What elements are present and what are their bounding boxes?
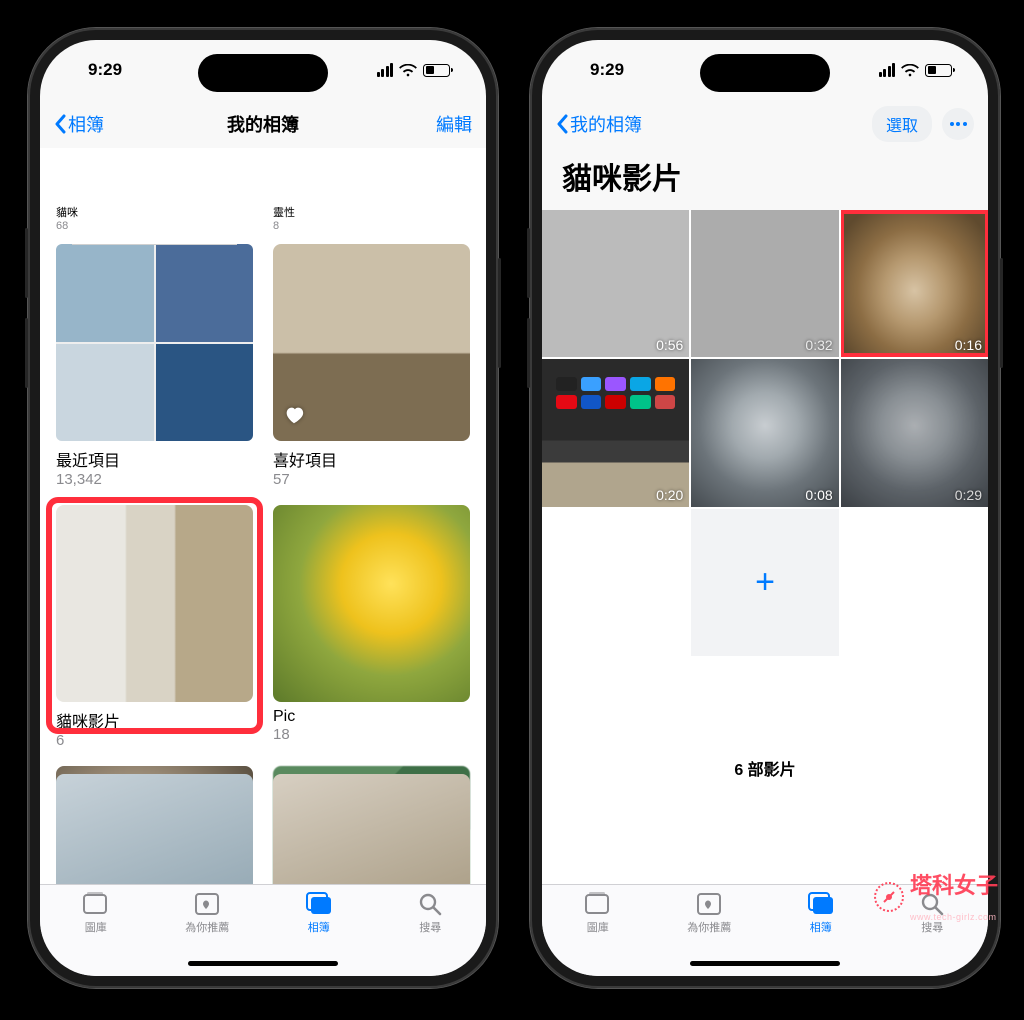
nav-bar: 相簿 我的相簿 編輯 (40, 100, 486, 148)
cellular-icon (377, 63, 394, 77)
battery-icon (423, 64, 450, 77)
select-button[interactable]: 選取 (872, 106, 932, 142)
video-duration: 0:29 (955, 487, 982, 503)
album-count: 18 (273, 726, 470, 744)
tab-library[interactable]: 圖庫 (40, 891, 152, 976)
video-item[interactable]: 0:16 (841, 210, 988, 357)
status-time: 9:29 (88, 60, 122, 80)
video-duration: 0:32 (805, 337, 832, 353)
video-duration: 0:08 (805, 487, 832, 503)
edit-button[interactable]: 編輯 (436, 111, 472, 137)
home-indicator[interactable] (188, 961, 338, 966)
video-count-summary: 6 部影片 (542, 756, 988, 780)
add-video-button[interactable]: + (691, 509, 838, 656)
tab-label: 圖庫 (587, 919, 609, 935)
phone-mockup-left: 9:29 相簿 我的相簿 編輯 (28, 28, 498, 988)
status-time: 9:29 (590, 60, 624, 80)
back-label: 我的相簿 (570, 111, 642, 137)
tab-search[interactable]: 搜尋 (375, 891, 487, 976)
video-duration: 0:16 (955, 337, 982, 353)
watermark-logo-icon (874, 882, 904, 912)
cellular-icon (879, 63, 896, 77)
foryou-icon (694, 891, 724, 917)
tab-label: 相簿 (810, 919, 832, 935)
home-indicator[interactable] (690, 961, 840, 966)
video-duration: 0:20 (656, 487, 683, 503)
dynamic-island (198, 54, 328, 92)
wifi-icon (399, 64, 417, 77)
albums-icon (304, 891, 334, 917)
tab-label: 相簿 (308, 919, 330, 935)
wifi-icon (901, 64, 919, 77)
chevron-left-icon (556, 114, 568, 134)
album-name: 最近項目 (56, 447, 253, 471)
video-item[interactable]: 0:20 (542, 359, 689, 506)
watermark: 塔科女子 www.tech-girlz.com (874, 868, 998, 926)
video-item[interactable]: 0:29 (841, 359, 988, 506)
album-pic[interactable]: Pic 18 (273, 505, 470, 750)
album-name: Pic (273, 708, 470, 726)
page-title: 貓咪影片 (542, 148, 988, 210)
tab-label: 為你推薦 (687, 919, 731, 935)
back-label: 相簿 (68, 111, 104, 137)
album-count: 13,342 (56, 471, 253, 489)
album-count: 6 (56, 732, 253, 750)
foryou-icon (192, 891, 222, 917)
phone-mockup-right: 9:29 我的相簿 選取 貓咪影片 0:56 (530, 28, 1000, 988)
tab-library[interactable]: 圖庫 (542, 891, 654, 976)
tab-label: 搜尋 (419, 919, 441, 935)
chevron-left-icon (54, 114, 66, 134)
videos-content[interactable]: 0:56 0:32 0:16 0:20 0:08 0:29 (542, 210, 988, 884)
ellipsis-icon (950, 122, 967, 126)
album-favorites[interactable]: 喜好項目 57 (273, 244, 470, 489)
nav-title: 我的相簿 (40, 111, 486, 137)
album-name: 靈性 (273, 204, 470, 220)
more-button[interactable] (942, 108, 974, 140)
back-button[interactable]: 我的相簿 (556, 111, 642, 137)
nav-bar: 我的相簿 選取 (542, 100, 988, 148)
back-button[interactable]: 相簿 (54, 111, 104, 137)
watermark-text: 塔科女子 (910, 873, 998, 898)
plus-icon: + (755, 563, 775, 602)
album-name: 貓咪 (56, 204, 253, 220)
search-icon (415, 891, 445, 917)
video-item[interactable]: 0:32 (691, 210, 838, 357)
library-icon (583, 891, 613, 917)
highlight-annotation (841, 210, 988, 357)
album-name: 喜好項目 (273, 447, 470, 471)
video-item[interactable]: 0:56 (542, 210, 689, 357)
album-recents[interactable]: 最近項目 13,342 (56, 244, 253, 489)
tab-label: 為你推薦 (185, 919, 229, 935)
tab-label: 圖庫 (85, 919, 107, 935)
albums-icon (806, 891, 836, 917)
video-item[interactable]: 0:08 (691, 359, 838, 506)
watermark-url: www.tech-girlz.com (910, 912, 997, 922)
library-icon (81, 891, 111, 917)
album-count: 8 (273, 220, 470, 233)
dynamic-island (700, 54, 830, 92)
album-count: 68 (56, 220, 253, 233)
battery-icon (925, 64, 952, 77)
heart-icon (283, 404, 305, 431)
album-count: 57 (273, 471, 470, 489)
album-cat-videos[interactable]: 貓咪影片 6 (56, 505, 253, 750)
video-duration: 0:56 (656, 337, 683, 353)
album-name: 貓咪影片 (56, 708, 253, 732)
albums-content[interactable]: 貓咪 68 靈性 8 最近項目 13,342 喜好 (40, 148, 486, 884)
